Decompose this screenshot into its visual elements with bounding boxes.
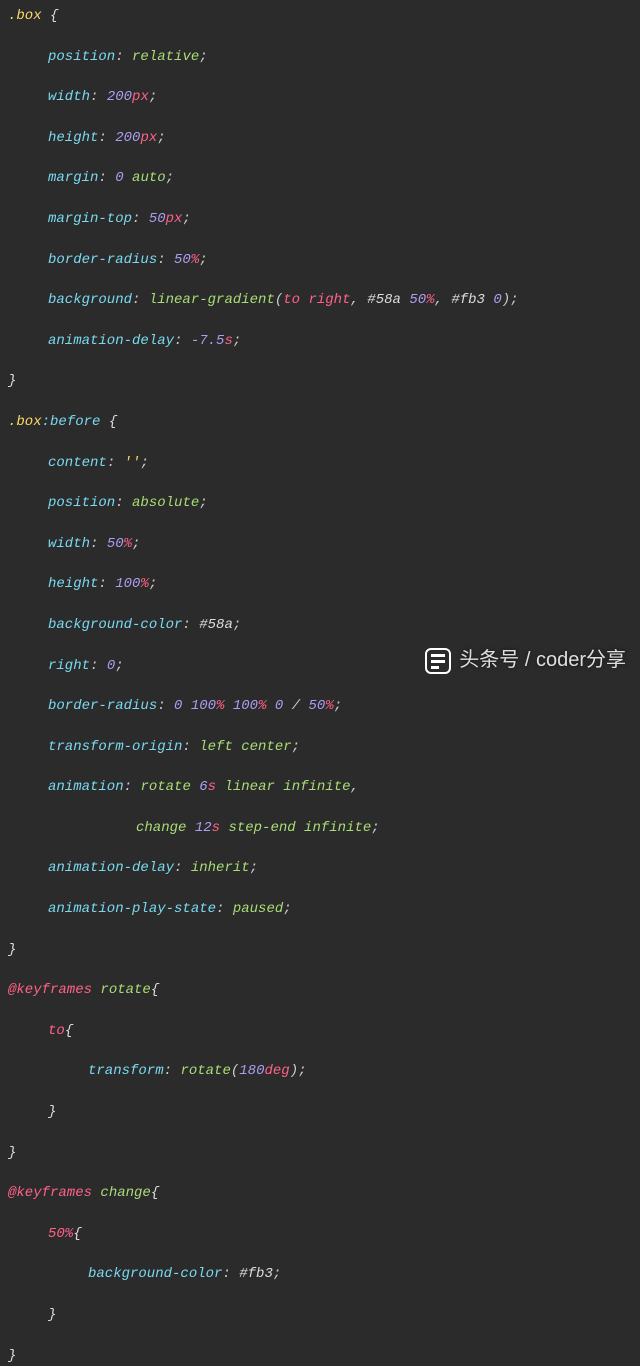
prop-margin: margin	[48, 170, 98, 186]
selector-box: .box	[8, 8, 42, 24]
selector-box-before: .box	[8, 414, 42, 430]
prop-content: content	[48, 455, 107, 471]
keyframe-50pct: 50%	[48, 1226, 73, 1242]
prop-position: position	[48, 49, 115, 65]
at-keyframes-rotate: @keyframes	[8, 982, 92, 998]
code-editor[interactable]: .box { position: relative; width: 200px;…	[0, 0, 640, 1366]
at-keyframes-change: @keyframes	[8, 1185, 92, 1201]
prop-transform: transform	[88, 1063, 164, 1079]
prop-animation: animation	[48, 779, 124, 795]
watermark-text: 头条号 / coder分享	[459, 646, 626, 675]
prop-height: height	[48, 130, 98, 146]
prop-background-color: background-color	[48, 617, 182, 633]
brace-open: {	[42, 8, 59, 24]
prop-background: background	[48, 292, 132, 308]
val-relative: relative	[132, 49, 199, 65]
watermark: 头条号 / coder分享	[425, 646, 626, 675]
num-200: 200	[107, 89, 132, 105]
prop-margin-top: margin-top	[48, 211, 132, 227]
prop-transform-origin: transform-origin	[48, 739, 182, 755]
prop-right: right	[48, 658, 90, 674]
keyframe-to: to	[48, 1023, 65, 1039]
brace-close: }	[8, 373, 16, 389]
prop-animation-play-state: animation-play-state	[48, 901, 216, 917]
toutiao-icon	[425, 648, 451, 674]
prop-border-radius: border-radius	[48, 252, 157, 268]
prop-animation-delay: animation-delay	[48, 333, 174, 349]
prop-width: width	[48, 89, 90, 105]
